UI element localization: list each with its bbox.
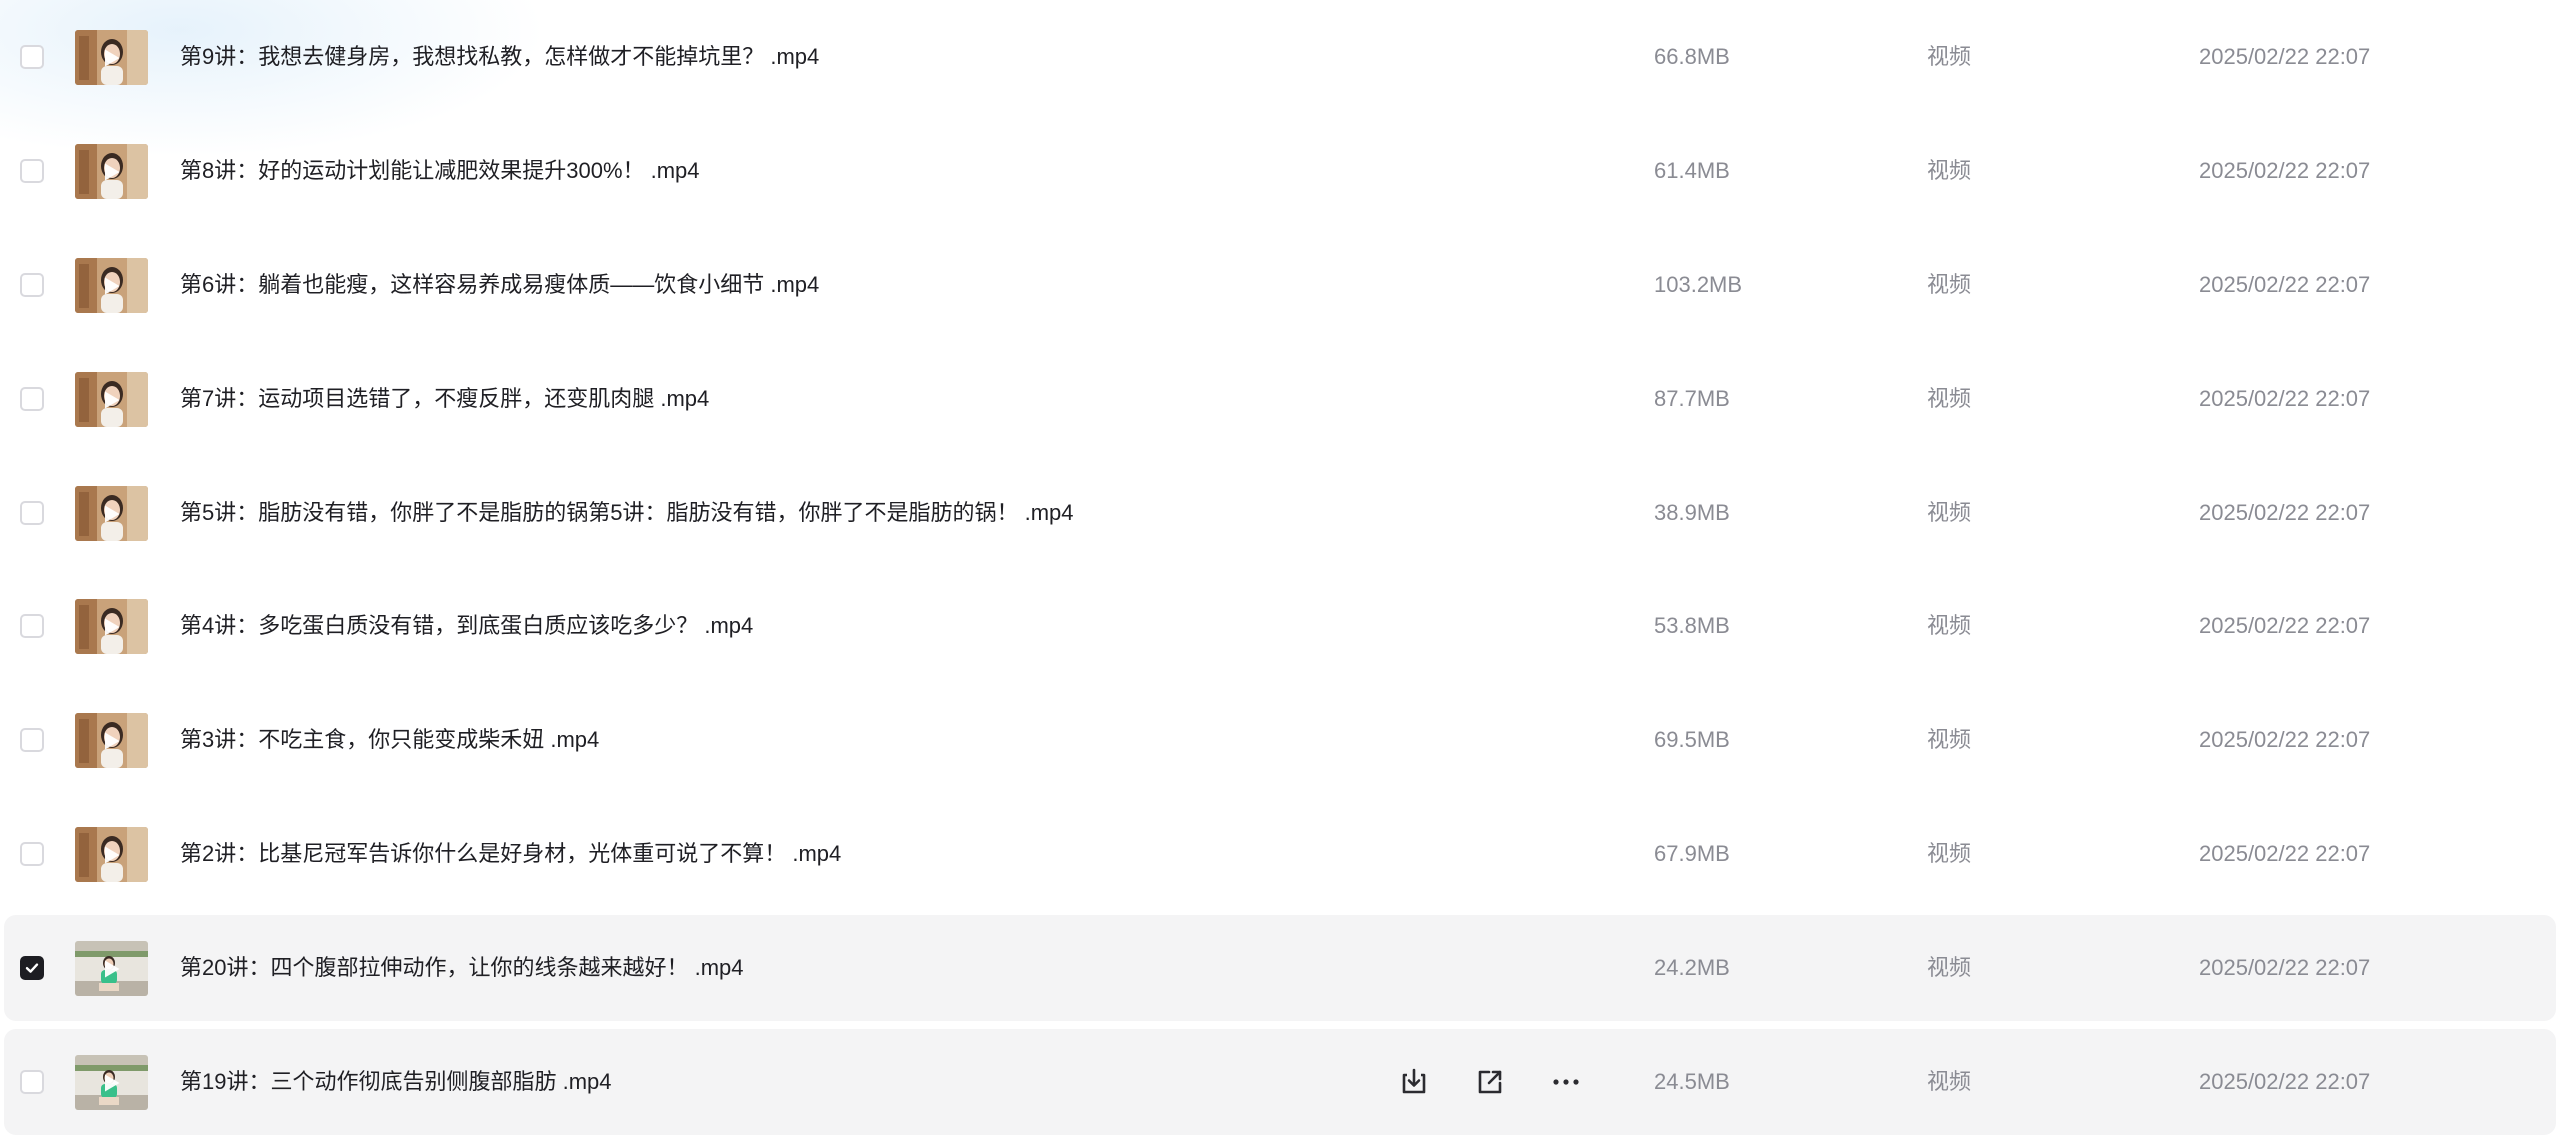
file-type: 视频 <box>1927 44 1972 69</box>
row-checkbox[interactable] <box>20 842 44 866</box>
file-type: 视频 <box>1927 955 1972 980</box>
file-type: 视频 <box>1927 386 1972 411</box>
more-button[interactable] <box>1548 1064 1584 1100</box>
file-size: 53.8MB <box>1654 613 1730 638</box>
file-name[interactable]: 第6讲：躺着也能瘦，这样容易养成易瘦体质——饮食小细节 .mp4 <box>180 270 819 300</box>
video-thumbnail-warm[interactable] <box>75 599 148 654</box>
file-size: 61.4MB <box>1654 158 1730 183</box>
file-size: 87.7MB <box>1654 386 1730 411</box>
file-row[interactable]: 第8讲：好的运动计划能让减肥效果提升300%！ .mp4 61.4MB 视频 2025… <box>4 118 2556 224</box>
file-type: 视频 <box>1927 841 1972 866</box>
file-name[interactable]: 第2讲：比基尼冠军告诉你什么是好身材，光体重可说了不算！ .mp4 <box>180 839 841 869</box>
file-size: 38.9MB <box>1654 500 1730 525</box>
row-checkbox[interactable] <box>20 273 44 297</box>
file-size: 67.9MB <box>1654 841 1730 866</box>
video-thumbnail-warm[interactable] <box>75 144 148 199</box>
file-type: 视频 <box>1927 158 1972 183</box>
file-modified-date: 2025/02/22 22:07 <box>2199 727 2371 752</box>
file-row[interactable]: 第3讲：不吃主食，你只能变成柴禾妞 .mp4 69.5MB 视频 2025/02/22… <box>4 687 2556 793</box>
file-size: 69.5MB <box>1654 727 1730 752</box>
file-size: 24.5MB <box>1654 1069 1730 1094</box>
file-modified-date: 2025/02/22 22:07 <box>2199 841 2371 866</box>
file-list-page: 第9讲：我想去健身房，我想找私教，怎样做才不能掉坑里？ .mp4 66.8MB 视频… <box>0 0 2560 1137</box>
file-name[interactable]: 第5讲：脂肪没有错，你胖了不是脂肪的锅第5讲：脂肪没有错，你胖了不是脂肪的锅！ … <box>180 498 1074 528</box>
row-checkbox[interactable] <box>20 159 44 183</box>
file-type: 视频 <box>1927 272 1972 297</box>
play-icon <box>105 163 120 181</box>
file-row[interactable]: 第9讲：我想去健身房，我想找私教，怎样做才不能掉坑里？ .mp4 66.8MB 视频… <box>4 4 2556 110</box>
file-modified-date: 2025/02/22 22:07 <box>2199 1069 2371 1094</box>
play-icon <box>105 49 120 67</box>
file-modified-date: 2025/02/22 22:07 <box>2199 272 2371 297</box>
file-type: 视频 <box>1927 1069 1972 1094</box>
play-icon <box>105 618 120 636</box>
file-modified-date: 2025/02/22 22:07 <box>2199 158 2371 183</box>
video-thumbnail-warm[interactable] <box>75 258 148 313</box>
file-row[interactable]: 第4讲：多吃蛋白质没有错，到底蛋白质应该吃多少？ .mp4 53.8MB 视频 202… <box>4 573 2556 679</box>
play-icon <box>105 505 120 523</box>
file-name[interactable]: 第19讲：三个动作彻底告别侧腹部脂肪 .mp4 <box>180 1067 612 1097</box>
play-icon <box>105 732 120 750</box>
row-checkbox[interactable] <box>20 45 44 69</box>
play-icon <box>105 277 120 295</box>
row-checkbox[interactable] <box>20 501 44 525</box>
check-icon <box>25 963 39 973</box>
video-thumbnail-warm[interactable] <box>75 30 148 85</box>
file-name[interactable]: 第9讲：我想去健身房，我想找私教，怎样做才不能掉坑里？ .mp4 <box>180 42 819 72</box>
play-icon <box>105 846 120 864</box>
file-row[interactable]: 第7讲：运动项目选错了，不瘦反胖，还变肌肉腿 .mp4 87.7MB 视频 2025/… <box>4 346 2556 452</box>
file-modified-date: 2025/02/22 22:07 <box>2199 500 2371 525</box>
file-type: 视频 <box>1927 727 1972 752</box>
video-thumbnail-warm[interactable] <box>75 372 148 427</box>
video-thumbnail-gym[interactable] <box>75 941 148 996</box>
file-type: 视频 <box>1927 500 1972 525</box>
row-checkbox[interactable] <box>20 614 44 638</box>
play-icon <box>105 391 120 409</box>
video-thumbnail-warm[interactable] <box>75 713 148 768</box>
file-row[interactable]: 第2讲：比基尼冠军告诉你什么是好身材，光体重可说了不算！ .mp4 67.9MB 视… <box>4 801 2556 907</box>
row-checkbox[interactable] <box>20 1070 44 1094</box>
row-checkbox[interactable] <box>20 728 44 752</box>
row-checkbox[interactable] <box>20 387 44 411</box>
file-modified-date: 2025/02/22 22:07 <box>2199 613 2371 638</box>
file-row[interactable]: 第6讲：躺着也能瘦，这样容易养成易瘦体质——饮食小细节 .mp4 103.2MB 视… <box>4 232 2556 338</box>
share-icon <box>1472 1070 1508 1104</box>
file-name[interactable]: 第20讲：四个腹部拉伸动作，让你的线条越来越好！ .mp4 <box>180 953 744 983</box>
file-size: 66.8MB <box>1654 44 1730 69</box>
file-size: 103.2MB <box>1654 272 1743 297</box>
file-name[interactable]: 第3讲：不吃主食，你只能变成柴禾妞 .mp4 <box>180 725 599 755</box>
file-type: 视频 <box>1927 613 1972 638</box>
file-modified-date: 2025/02/22 22:07 <box>2199 386 2371 411</box>
file-modified-date: 2025/02/22 22:07 <box>2199 44 2371 69</box>
file-row[interactable]: 第5讲：脂肪没有错，你胖了不是脂肪的锅第5讲：脂肪没有错，你胖了不是脂肪的锅！ … <box>4 460 2556 566</box>
video-thumbnail-warm[interactable] <box>75 827 148 882</box>
file-list: 第9讲：我想去健身房，我想找私教，怎样做才不能掉坑里？ .mp4 66.8MB 视频… <box>0 0 2560 1137</box>
download-button[interactable] <box>1396 1064 1432 1100</box>
file-row[interactable]: 第20讲：四个腹部拉伸动作，让你的线条越来越好！ .mp4 24.2MB 视频 202… <box>4 915 2556 1021</box>
more-icon <box>1548 1079 1584 1104</box>
file-row[interactable]: 第19讲：三个动作彻底告别侧腹部脂肪 .mp4 24.5MB 视频 2025/02/2… <box>4 1029 2556 1135</box>
file-name[interactable]: 第8讲：好的运动计划能让减肥效果提升300%！ .mp4 <box>180 156 700 186</box>
file-name[interactable]: 第7讲：运动项目选错了，不瘦反胖，还变肌肉腿 .mp4 <box>180 384 709 414</box>
file-name[interactable]: 第4讲：多吃蛋白质没有错，到底蛋白质应该吃多少？ .mp4 <box>180 611 753 641</box>
video-thumbnail-warm[interactable] <box>75 486 148 541</box>
play-icon <box>105 1074 120 1092</box>
download-icon <box>1396 1068 1432 1104</box>
play-icon <box>105 960 120 978</box>
video-thumbnail-gym[interactable] <box>75 1055 148 1110</box>
file-size: 24.2MB <box>1654 955 1730 980</box>
row-checkbox[interactable] <box>20 956 44 980</box>
file-modified-date: 2025/02/22 22:07 <box>2199 955 2371 980</box>
share-button[interactable] <box>1472 1064 1508 1100</box>
